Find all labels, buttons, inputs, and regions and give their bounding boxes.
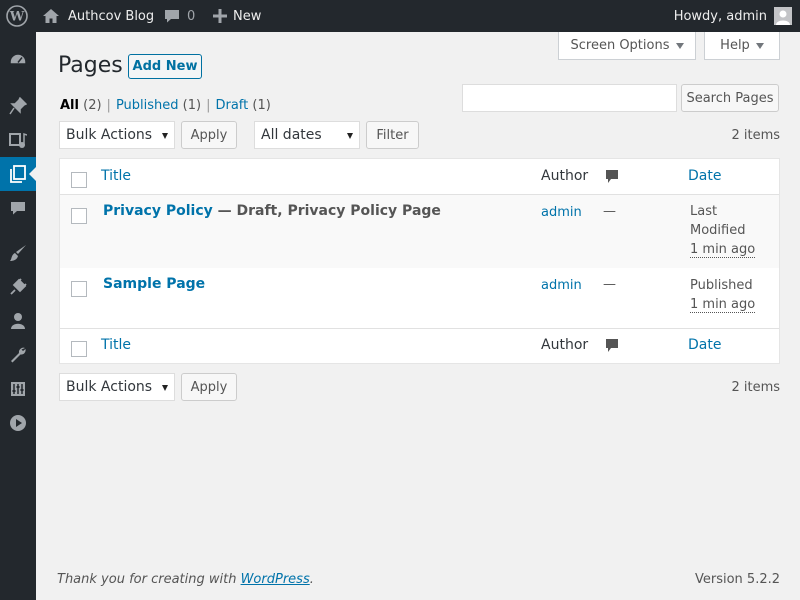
help-button[interactable]: Help bbox=[704, 32, 780, 60]
site-name: Authcov Blog bbox=[68, 8, 155, 24]
date-column-footer[interactable]: Date bbox=[688, 337, 721, 353]
wrench-icon bbox=[11, 347, 26, 363]
svg-text:W: W bbox=[9, 10, 25, 25]
menu-plugins[interactable] bbox=[0, 270, 36, 304]
dates-select[interactable]: All dates bbox=[254, 121, 360, 149]
apply-button-bottom[interactable]: Apply bbox=[181, 373, 237, 401]
title-column-header[interactable]: Title bbox=[101, 168, 131, 184]
pin-icon bbox=[9, 97, 27, 115]
select-arrow-icon bbox=[162, 385, 168, 391]
site-name-link[interactable]: Authcov Blog bbox=[42, 0, 154, 32]
menu-settings[interactable] bbox=[0, 372, 36, 406]
items-count-bottom: 2 items bbox=[731, 380, 780, 395]
items-count: 2 items bbox=[731, 128, 780, 143]
menu-appearance[interactable] bbox=[0, 236, 36, 270]
footer-divider bbox=[60, 328, 779, 329]
post-state: — Draft, Privacy Policy Page bbox=[212, 203, 441, 219]
select-arrow-icon bbox=[162, 133, 168, 139]
date-cell: Published 1 min ago bbox=[690, 278, 756, 313]
menu-users[interactable] bbox=[0, 304, 36, 338]
main-content: Screen Options Help Pages Add New All (2… bbox=[36, 32, 800, 600]
select-all-checkbox[interactable] bbox=[71, 341, 87, 357]
greeting: Howdy, admin bbox=[673, 8, 767, 24]
home-icon bbox=[42, 8, 60, 24]
menu-posts[interactable] bbox=[0, 89, 36, 123]
my-account-link[interactable]: Howdy, admin bbox=[674, 0, 792, 32]
date-column-header[interactable]: Date bbox=[688, 168, 721, 184]
screen-options-label: Screen Options bbox=[570, 38, 670, 53]
screen-options-button[interactable]: Screen Options bbox=[558, 32, 696, 60]
wordpress-logo-icon[interactable]: W bbox=[6, 0, 28, 32]
media-icon bbox=[9, 132, 27, 148]
author-column-header: Author bbox=[541, 168, 589, 184]
row-title-link[interactable]: Sample Page bbox=[103, 276, 205, 292]
view-published[interactable]: Published (1) bbox=[116, 98, 201, 113]
view-draft[interactable]: Draft (1) bbox=[215, 98, 270, 113]
bulk-actions-select-bottom[interactable]: Bulk Actions bbox=[59, 373, 175, 401]
comments-count: 0 bbox=[187, 8, 196, 24]
pages-icon bbox=[10, 165, 26, 183]
admin-menu bbox=[0, 32, 36, 600]
comment-count: — bbox=[603, 204, 616, 219]
row-checkbox[interactable] bbox=[71, 208, 87, 224]
plugin-icon bbox=[10, 278, 27, 295]
search-input[interactable] bbox=[462, 84, 677, 112]
comment-count: — bbox=[603, 277, 616, 292]
comments-link[interactable]: 0 bbox=[164, 0, 195, 32]
menu-dashboard[interactable] bbox=[0, 44, 36, 78]
new-label: New bbox=[233, 8, 262, 24]
menu-collapse[interactable] bbox=[0, 406, 36, 440]
title-column-footer[interactable]: Title bbox=[101, 337, 131, 353]
admin-bar: W Authcov Blog 0 New Howdy, admin bbox=[0, 0, 800, 32]
page-title: Pages bbox=[58, 53, 123, 78]
select-arrow-icon bbox=[347, 133, 353, 139]
date-cell: Last Modified 1 min ago bbox=[690, 204, 756, 258]
menu-media[interactable] bbox=[0, 123, 36, 157]
caret-down-icon bbox=[675, 42, 684, 49]
menu-comments[interactable] bbox=[0, 191, 36, 225]
author-link[interactable]: admin bbox=[541, 278, 582, 293]
caret-down-icon bbox=[755, 42, 764, 49]
dashboard-icon bbox=[9, 53, 27, 65]
new-content-link[interactable]: New bbox=[213, 0, 261, 32]
footer-version: Version 5.2.2 bbox=[694, 572, 780, 587]
table-row: Sample Page admin — Published 1 min ago bbox=[60, 268, 779, 328]
view-filters: All (2) | Published (1) | Draft (1) bbox=[60, 98, 271, 113]
comment-icon[interactable] bbox=[605, 169, 619, 185]
play-icon bbox=[10, 415, 26, 431]
wordpress-link[interactable]: WordPress bbox=[241, 572, 310, 587]
row-title-cell: Privacy Policy — Draft, Privacy Policy P… bbox=[103, 203, 441, 219]
row-checkbox[interactable] bbox=[71, 281, 87, 297]
user-avatar bbox=[774, 7, 792, 25]
search-pages-button[interactable]: Search Pages bbox=[681, 84, 779, 112]
view-all[interactable]: All (2) bbox=[60, 98, 102, 113]
menu-pages[interactable] bbox=[0, 157, 36, 191]
row-title-link[interactable]: Privacy Policy bbox=[103, 203, 213, 219]
pages-table: Title Author Date Privacy Policy — Draft… bbox=[59, 158, 780, 364]
author-link[interactable]: admin bbox=[541, 205, 582, 220]
table-row: Privacy Policy — Draft, Privacy Policy P… bbox=[60, 195, 779, 268]
date-value: 1 min ago bbox=[690, 297, 756, 313]
brush-icon bbox=[10, 245, 26, 261]
comment-icon bbox=[11, 202, 25, 215]
plus-icon bbox=[213, 9, 227, 23]
filter-button[interactable]: Filter bbox=[366, 121, 419, 149]
comment-icon[interactable] bbox=[605, 338, 619, 354]
apply-button[interactable]: Apply bbox=[181, 121, 237, 149]
select-all-checkbox[interactable] bbox=[71, 172, 87, 188]
settings-icon bbox=[11, 382, 25, 396]
bulk-actions-select[interactable]: Bulk Actions bbox=[59, 121, 175, 149]
help-label: Help bbox=[720, 38, 750, 53]
footer-thanks: Thank you for creating with WordPress. bbox=[57, 572, 314, 587]
user-icon bbox=[11, 313, 25, 329]
comment-icon bbox=[164, 8, 180, 24]
author-column-footer: Author bbox=[541, 337, 589, 353]
date-value: 1 min ago bbox=[690, 242, 756, 258]
menu-tools[interactable] bbox=[0, 338, 36, 372]
add-new-button[interactable]: Add New bbox=[128, 54, 202, 79]
